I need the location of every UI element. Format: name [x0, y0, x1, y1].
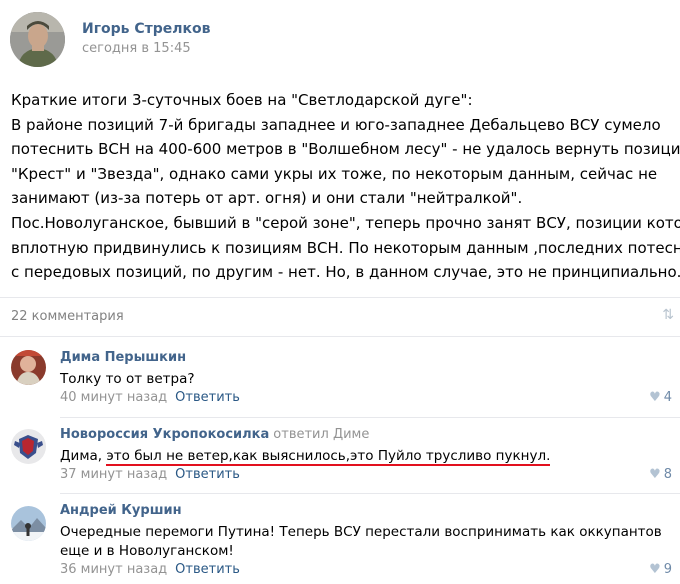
post-line: "Крест" и "Звезда", однако сами укры их … — [11, 164, 658, 183]
author-photo-icon — [10, 12, 65, 67]
post-line: Краткие итоги 3-суточных боев на "Светло… — [11, 91, 473, 109]
comment-divider — [60, 417, 680, 418]
reply-button[interactable]: Ответить — [175, 390, 240, 405]
comment-time[interactable]: 40 минут назад — [60, 390, 167, 405]
comment-text-prefix: Дима, — [60, 448, 107, 464]
comment-author[interactable]: Дима Перышкин — [60, 350, 186, 365]
commenter-avatar[interactable] — [11, 506, 46, 541]
like-count: 9 — [663, 562, 672, 577]
reply-button[interactable]: Ответить — [175, 562, 240, 577]
comment-text: Дима, это был не ветер,как выяснилось,эт… — [60, 447, 670, 466]
commenter-photo-icon — [11, 350, 46, 385]
post-line: вплотную придвинулись к позициям ВСН. По… — [11, 238, 680, 257]
like-button[interactable]: ♥ 8 — [649, 467, 672, 482]
author-avatar[interactable] — [10, 12, 65, 67]
like-button[interactable]: ♥ 9 — [649, 562, 672, 577]
comments-count[interactable]: 22 комментария — [11, 309, 124, 324]
like-button[interactable]: ♥ 4 — [649, 390, 672, 405]
like-count: 4 — [663, 390, 672, 405]
highlighted-text: это был не ветер,как выяснилось,это Пуйл… — [106, 448, 551, 466]
like-count: 8 — [663, 467, 672, 482]
heart-icon: ♥ — [649, 467, 661, 482]
commenter-photo-icon — [11, 506, 46, 541]
comments-header: 22 комментария ⇅ — [0, 297, 680, 337]
post-body: Краткие итоги 3-суточных боев на "Светло… — [11, 88, 680, 285]
comment-time[interactable]: 37 минут назад — [60, 467, 167, 482]
post-line: Пос.Новолуганское, бывший в "серой зоне"… — [11, 213, 680, 232]
author-name[interactable]: Игорь Стрелков — [82, 21, 211, 37]
comment-meta: 37 минут назад Ответить — [60, 467, 240, 482]
post-line: В районе позиций 7-й бригады западнее и … — [11, 115, 661, 134]
comment-text: Очередные перемоги Путина! Теперь ВСУ пе… — [60, 524, 662, 559]
comment-author[interactable]: Андрей Куршин — [60, 503, 182, 518]
comment-meta: 36 минут назад Ответить — [60, 562, 240, 577]
comment-text: Толку то от ветра? — [60, 371, 195, 387]
comment-author[interactable]: Новороссия Укропокосилка ответил Диме — [60, 427, 369, 442]
heart-icon: ♥ — [649, 390, 661, 405]
reply-button[interactable]: Ответить — [175, 467, 240, 482]
commenter-avatar[interactable] — [11, 429, 46, 464]
reply-to-label[interactable]: ответил Диме — [273, 427, 369, 442]
post-line: потеснить ВСН на 400-600 метров в "Волше… — [11, 140, 680, 159]
post-timestamp[interactable]: сегодня в 15:45 — [82, 41, 191, 56]
heart-icon: ♥ — [649, 562, 661, 577]
commenter-avatar[interactable] — [11, 350, 46, 385]
post-line: занимают (из-за потерь от арт. огня) и о… — [11, 189, 523, 208]
comment-time[interactable]: 36 минут назад — [60, 562, 167, 577]
coat-of-arms-icon — [11, 429, 46, 464]
sort-arrows-icon[interactable]: ⇅ — [662, 307, 674, 323]
comment-divider — [60, 493, 680, 494]
post-line: с передовых позиций, по другим - нет. Но… — [11, 263, 680, 282]
comment-meta: 40 минут назад Ответить — [60, 390, 240, 405]
